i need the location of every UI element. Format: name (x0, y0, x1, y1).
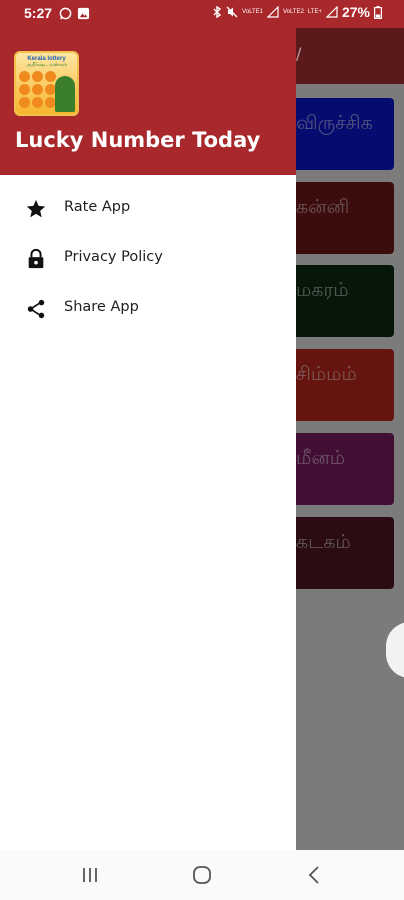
drawer-header: Kerala lottery அதிர்ஷ்ட எண்கள் Lucky Num… (0, 28, 296, 175)
sim1-label: VoLTE1 (242, 9, 263, 15)
background-sign-card: கன்னி (296, 182, 394, 254)
background-content-scrim[interactable]: / விருச்சிக கன்னி மகரம் சிம்மம் மீனம் கடகம் (296, 28, 404, 850)
background-sign-card: சிம்மம் (296, 349, 394, 421)
bluetooth-icon (213, 6, 222, 18)
battery-percent: 27% (341, 4, 370, 20)
signal-icon (325, 6, 338, 18)
gallery-icon (77, 7, 90, 20)
background-sign-card: விருச்சிக (296, 98, 394, 170)
background-floating-button (386, 622, 404, 678)
network-label: LTE+ (307, 9, 322, 15)
menu-item-privacy-policy[interactable]: Privacy Policy (0, 234, 296, 284)
home-icon[interactable] (189, 862, 215, 888)
system-navigation-bar (0, 850, 404, 900)
drawer-app-title: Lucky Number Today (15, 128, 261, 152)
share-icon (27, 299, 45, 319)
menu-item-rate-app[interactable]: Rate App (0, 184, 296, 234)
back-icon[interactable] (302, 862, 328, 888)
background-toolbar: / (296, 28, 404, 84)
whatsapp-icon (59, 7, 72, 20)
app-logo-subtitle: அதிர்ஷ்ட எண்கள் (25, 62, 68, 68)
menu-item-label: Privacy Policy (64, 249, 163, 265)
sim2-label: VoLTE2 (283, 9, 304, 15)
background-sign-card: மீனம் (296, 433, 394, 505)
mute-icon (226, 6, 238, 18)
status-bar: 5:27 VoLTE1 VoLTE2 LTE+ 27% (0, 0, 404, 28)
star-icon (26, 199, 46, 218)
lock-icon (28, 248, 44, 269)
background-toolbar-glyph: / (296, 44, 302, 63)
app-logo: Kerala lottery அதிர்ஷ்ட எண்கள் (14, 51, 79, 116)
recent-apps-icon[interactable] (77, 862, 103, 888)
app-logo-balls (19, 71, 59, 108)
navigation-drawer: Kerala lottery அதிர்ஷ்ட எண்கள் Lucky Num… (0, 28, 296, 850)
menu-item-label: Share App (64, 299, 139, 315)
app-logo-figure (55, 76, 75, 112)
menu-item-label: Rate App (64, 199, 131, 215)
menu-item-share-app[interactable]: Share App (0, 284, 296, 334)
signal-icon (267, 6, 279, 18)
background-sign-card: மகரம் (296, 265, 394, 337)
battery-icon (374, 5, 382, 19)
background-sign-card: கடகம் (296, 517, 394, 589)
status-time: 5:27 (24, 5, 53, 21)
